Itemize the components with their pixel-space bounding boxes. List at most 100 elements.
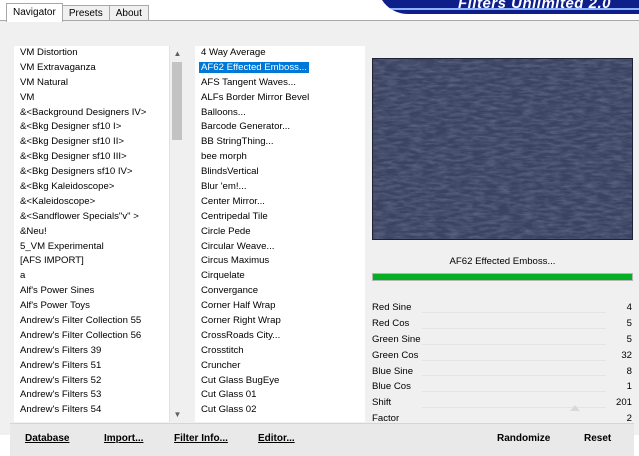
list-item[interactable]: AF62 Effected Emboss... bbox=[195, 61, 365, 76]
list-item[interactable]: &<Bkg Kaleidoscope> bbox=[14, 180, 184, 195]
list-item-label: Cut Glass 01 bbox=[201, 389, 257, 401]
chevron-up-icon[interactable]: ▲ bbox=[173, 49, 182, 58]
list-item-label: [AFS IMPORT] bbox=[20, 255, 84, 267]
list-item-label: Crosstitch bbox=[201, 344, 244, 356]
list-item[interactable]: Cut Glass 01 bbox=[195, 388, 365, 403]
database-button[interactable]: Database bbox=[25, 426, 69, 452]
list-item[interactable]: Cut Glass 02 bbox=[195, 403, 365, 418]
list-item-label: Balloons... bbox=[201, 106, 246, 118]
list-item-label: &<Bkg Designers sf10 IV> bbox=[20, 166, 133, 178]
list-item-label: AF62 Effected Emboss... bbox=[199, 61, 309, 73]
list-item[interactable]: BB StringThing... bbox=[195, 135, 365, 150]
list-item[interactable]: Andrew's Filters 39 bbox=[14, 344, 184, 359]
parameter-slider-track[interactable] bbox=[422, 311, 606, 313]
list-item[interactable]: Alf's Power Toys bbox=[14, 299, 184, 314]
list-item[interactable]: Barcode Generator... bbox=[195, 120, 365, 135]
list-item[interactable]: Corner Half Wrap bbox=[195, 299, 365, 314]
list-item-label: Circle Pede bbox=[201, 225, 251, 237]
parameter-label: Green Sine bbox=[372, 333, 421, 345]
list-item[interactable]: Andrew's Filter Collection 56 bbox=[14, 329, 184, 344]
list-item[interactable]: CrossRoads City... bbox=[195, 329, 365, 344]
list-item[interactable]: VM bbox=[14, 91, 184, 106]
list-item-label: VM Natural bbox=[20, 76, 68, 88]
list-item-label: &<Bkg Designer sf10 I> bbox=[20, 121, 122, 133]
list-item-label: Andrew's Filter Collection 56 bbox=[20, 329, 142, 341]
list-item[interactable]: Balloons... bbox=[195, 106, 365, 121]
list-item[interactable]: Circle Pede bbox=[195, 225, 365, 240]
list-item-label: &<Bkg Kaleidoscope> bbox=[20, 181, 115, 193]
list-item[interactable]: &<Sandflower Specials"v" > bbox=[14, 210, 184, 225]
parameter-row[interactable]: Blue Cos 1 bbox=[370, 379, 634, 395]
selected-filter-name: AF62 Effected Emboss... bbox=[449, 256, 556, 267]
list-item[interactable]: 4 Way Average bbox=[195, 46, 365, 61]
list-item[interactable]: AFS Tangent Waves... bbox=[195, 76, 365, 91]
parameter-slider-track[interactable] bbox=[422, 327, 606, 329]
parameter-row[interactable]: Red Cos 5 bbox=[370, 316, 634, 332]
list-item[interactable]: Andrew's Filters 54 bbox=[14, 403, 184, 418]
list-item[interactable]: Andrew's Filters 52 bbox=[14, 374, 184, 389]
category-scrollbar[interactable]: ▲ ▼ bbox=[169, 46, 185, 422]
list-item[interactable]: Convergance bbox=[195, 284, 365, 299]
list-item[interactable]: &<Bkg Designer sf10 I> bbox=[14, 120, 184, 135]
list-item[interactable]: Andrew's Filters 53 bbox=[14, 388, 184, 403]
list-item[interactable]: Circular Weave... bbox=[195, 240, 365, 255]
reset-button[interactable]: Reset bbox=[584, 426, 611, 452]
tab-navigator[interactable]: Navigator bbox=[6, 3, 63, 22]
chevron-down-icon[interactable]: ▼ bbox=[173, 410, 182, 419]
randomize-button[interactable]: Randomize bbox=[497, 426, 550, 452]
list-item-label: Cruncher bbox=[201, 359, 241, 371]
list-item[interactable]: VM Extravaganza bbox=[14, 61, 184, 76]
list-item-label: AFS Tangent Waves... bbox=[201, 76, 296, 88]
list-item[interactable]: bee morph bbox=[195, 150, 365, 165]
parameter-slider-track[interactable] bbox=[422, 359, 606, 361]
list-item-label: ALFs Border Mirror Bevel bbox=[201, 91, 310, 103]
parameter-slider-track[interactable] bbox=[422, 375, 606, 377]
list-item[interactable]: Andrew's Filter Collection 55 bbox=[14, 314, 184, 329]
editor-button[interactable]: Editor... bbox=[258, 426, 295, 452]
list-item[interactable]: Andrew's Filters 51 bbox=[14, 359, 184, 374]
list-item[interactable]: &<Bkg Designers sf10 IV> bbox=[14, 165, 184, 180]
tab-bar: Navigator Presets About bbox=[6, 3, 149, 22]
list-item[interactable]: 5_VM Experimental bbox=[14, 240, 184, 255]
parameter-row[interactable]: Shift 201 bbox=[370, 395, 634, 412]
parameter-row[interactable]: Blue Sine 8 bbox=[370, 364, 634, 380]
parameter-row[interactable]: Green Sine 5 bbox=[370, 332, 634, 348]
brand-banner: Filters Unlimited 2.0 bbox=[378, 0, 639, 14]
list-item[interactable]: Center Mirror... bbox=[195, 195, 365, 210]
list-item[interactable]: VM Distortion bbox=[14, 46, 184, 61]
list-item[interactable]: BlindsVertical bbox=[195, 165, 365, 180]
list-item[interactable]: VM Natural bbox=[14, 76, 184, 91]
list-item[interactable]: Cut Glass BugEye bbox=[195, 374, 365, 389]
list-item[interactable]: ALFs Border Mirror Bevel bbox=[195, 91, 365, 106]
list-item[interactable]: &<Bkg Designer sf10 III> bbox=[14, 150, 184, 165]
list-item[interactable]: a bbox=[14, 269, 184, 284]
list-item[interactable]: &Neu! bbox=[14, 225, 184, 240]
list-item-label: &<Background Designers IV> bbox=[20, 106, 147, 118]
parameter-row[interactable]: Red Sine 4 bbox=[370, 300, 634, 316]
list-item-label: a bbox=[20, 270, 26, 282]
list-item[interactable]: [AFS IMPORT] bbox=[14, 254, 184, 269]
list-item-label: BlindsVertical bbox=[201, 166, 259, 178]
list-item[interactable]: Cirquelate bbox=[195, 269, 365, 284]
parameter-row[interactable]: Green Cos 32 bbox=[370, 348, 634, 364]
filter-info-button[interactable]: Filter Info... bbox=[174, 426, 228, 452]
scrollbar-thumb[interactable] bbox=[172, 62, 182, 140]
list-item[interactable]: &<Kaleidoscope> bbox=[14, 195, 184, 210]
progress-fill bbox=[373, 274, 632, 280]
filter-list[interactable]: 4 Way Average AF62 Effected Emboss... AFS … bbox=[195, 46, 365, 422]
parameter-slider-track[interactable] bbox=[422, 391, 606, 393]
list-item[interactable]: Corner Right Wrap bbox=[195, 314, 365, 329]
list-item[interactable]: Crosstitch bbox=[195, 344, 365, 359]
list-item[interactable]: Circus Maximus bbox=[195, 254, 365, 269]
import-button[interactable]: Import... bbox=[104, 426, 143, 452]
category-list[interactable]: VM Distortion VM Extravaganza VM Natural VM… bbox=[14, 46, 184, 422]
list-item-label: Andrew's Filters 39 bbox=[20, 344, 102, 356]
list-item[interactable]: Centripedal Tile bbox=[195, 210, 365, 225]
list-item[interactable]: Cruncher bbox=[195, 359, 365, 374]
list-item[interactable]: &<Background Designers IV> bbox=[14, 106, 184, 121]
list-item[interactable]: Alf's Power Sines bbox=[14, 284, 184, 299]
list-item-label: BB StringThing... bbox=[201, 136, 274, 148]
parameter-slider-track[interactable] bbox=[422, 343, 606, 345]
list-item[interactable]: Blur 'em!... bbox=[195, 180, 365, 195]
list-item[interactable]: &<Bkg Designer sf10 II> bbox=[14, 135, 184, 150]
